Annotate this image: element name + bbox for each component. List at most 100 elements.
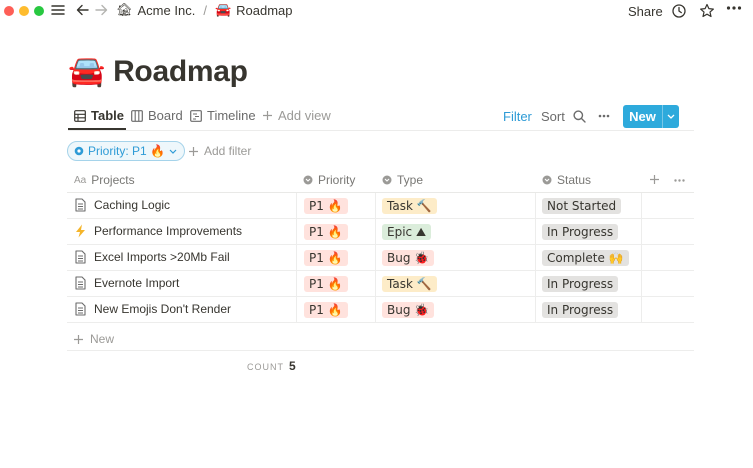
project-name: Evernote Import [94,276,180,290]
car-icon: 🚘 [214,3,232,18]
select-property-icon [542,175,552,185]
breadcrumb-item-roadmap[interactable]: 🚘 Roadmap [215,3,293,18]
table-row[interactable]: Excel Imports >20Mb Fail P1 🔥 Bug 🐞 Complet… [67,245,694,271]
add-row-button[interactable]: New [67,326,694,351]
page-icon [75,250,86,264]
count-summary[interactable]: COUNT 5 [247,359,296,373]
priority-tag[interactable]: P1 🔥 [304,198,348,214]
sidebar-toggle-icon[interactable] [51,3,65,17]
priority-tag[interactable]: P1 🔥 [304,276,348,292]
plus-icon [74,334,83,344]
history-clock-icon[interactable] [672,4,686,18]
project-cell[interactable]: New Emojis Don't Render [75,302,231,316]
breadcrumb-label: Acme Inc. [137,3,196,18]
search-icon[interactable] [573,110,586,123]
add-filter-button[interactable]: Add filter [188,144,251,158]
divider [68,130,694,131]
page-title-text[interactable]: Roadmap [113,55,248,89]
column-header-projects[interactable]: Aa Projects [74,173,135,187]
filter-chip-label: Priority: P1 🔥 [88,144,165,158]
type-tag[interactable]: Epic ⛰ [382,224,432,240]
project-cell[interactable]: Performance Improvements [75,224,242,238]
minimize-window-button[interactable] [19,6,29,16]
status-circle-icon [74,146,84,156]
page-icon [75,198,86,212]
timeline-icon [190,109,202,122]
add-view-label: Add view [278,108,331,123]
new-button-label: New [629,109,656,124]
table-row[interactable]: Performance Improvements P1 🔥 Epic ⛰ In Pro… [67,219,694,245]
tab-table[interactable]: Table [74,108,124,123]
table-row[interactable]: Evernote Import P1 🔥 Task 🔨 In Progress [67,271,694,297]
project-name: Performance Improvements [94,224,243,238]
more-options-icon[interactable] [598,114,610,118]
new-button[interactable]: New [623,105,679,128]
back-arrow-icon[interactable] [76,3,89,17]
count-value: 5 [289,359,296,373]
table-row[interactable]: New Emojis Don't Render P1 🔥 Bug 🐞 In Progr… [67,297,694,323]
project-name: Caching Logic [94,198,171,212]
share-button[interactable]: Share [628,4,663,19]
tab-timeline[interactable]: Timeline [190,108,256,123]
project-name: New Emojis Don't Render [94,302,232,316]
project-cell[interactable]: Caching Logic [75,198,170,212]
column-header-label: Status [557,173,592,187]
priority-tag[interactable]: P1 🔥 [304,302,348,318]
column-options-icon[interactable] [674,179,685,182]
lightning-icon [75,224,86,238]
car-icon: 🚘 [68,54,106,89]
type-tag[interactable]: Task 🔨 [382,198,437,214]
priority-tag[interactable]: P1 🔥 [304,224,348,240]
forward-arrow-icon[interactable] [95,3,108,17]
window-controls [4,6,44,16]
column-header-label: Priority [318,173,356,187]
type-tag[interactable]: Bug 🐞 [382,302,435,318]
more-options-icon[interactable] [726,5,742,11]
add-view-button[interactable]: Add view [262,108,331,123]
status-tag[interactable]: Complete 🙌 [542,250,629,266]
filter-button[interactable]: Filter [503,109,532,124]
breadcrumb-separator: / [203,3,207,18]
close-window-button[interactable] [4,6,14,16]
page-icon [75,302,86,316]
tab-label: Timeline [207,108,256,123]
database-table: Aa Projects Priority Type Status Caching… [67,168,694,323]
table-header: Aa Projects Priority Type Status [67,168,694,193]
type-tag[interactable]: Task 🔨 [382,276,437,292]
text-property-icon: Aa [74,174,87,186]
status-tag[interactable]: In Progress [542,302,619,318]
table-row[interactable]: Caching Logic P1 🔥 Task 🔨 Not Started [67,193,694,219]
tab-label: Board [148,108,183,123]
tab-board[interactable]: Board [131,108,183,123]
board-icon [131,109,143,122]
page-title: 🚘 Roadmap [68,54,248,89]
project-cell[interactable]: Evernote Import [75,276,179,290]
breadcrumb: 🏚 Acme Inc. / 🚘 Roadmap [116,3,293,18]
count-label: COUNT [247,362,284,372]
type-tag[interactable]: Bug 🐞 [382,250,435,266]
column-header-label: Type [397,173,424,187]
sort-button[interactable]: Sort [541,109,565,124]
project-name: Excel Imports >20Mb Fail [94,250,230,264]
breadcrumb-label: Roadmap [236,3,293,18]
status-tag[interactable]: In Progress [542,224,619,240]
breadcrumb-item-workspace[interactable]: 🏚 Acme Inc. [116,3,195,18]
priority-tag[interactable]: P1 🔥 [304,250,348,266]
column-header-priority[interactable]: Priority [303,173,355,187]
priority-filter-chip[interactable]: Priority: P1 🔥 [67,141,185,161]
column-header-label: Projects [91,173,135,187]
add-property-icon[interactable] [649,174,660,185]
status-tag[interactable]: Not Started [542,198,622,214]
tab-label: Table [91,108,124,123]
project-cell[interactable]: Excel Imports >20Mb Fail [75,250,230,264]
zoom-window-button[interactable] [34,6,44,16]
column-header-status[interactable]: Status [542,173,591,187]
column-divider [296,193,297,323]
plus-icon [263,111,272,120]
new-row-label: New [90,332,115,346]
new-dropdown-chevron-icon[interactable] [662,105,679,128]
column-header-type[interactable]: Type [382,173,423,187]
column-divider [641,193,642,323]
status-tag[interactable]: In Progress [542,276,619,292]
favorite-star-icon[interactable] [699,3,715,19]
